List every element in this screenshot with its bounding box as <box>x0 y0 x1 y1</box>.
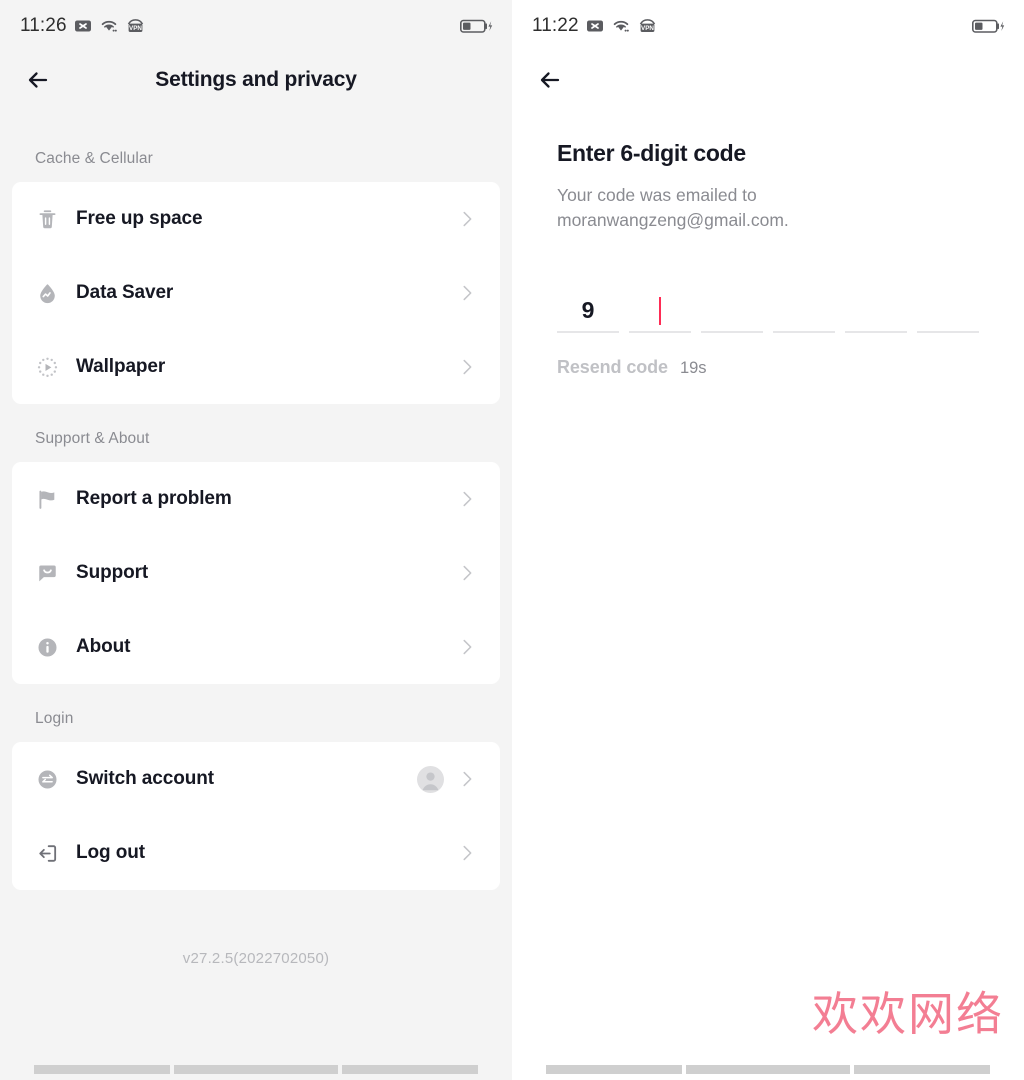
flag-icon <box>34 486 60 512</box>
code-slot-5[interactable] <box>845 283 907 333</box>
settings-row-label: Data Saver <box>76 282 174 303</box>
nav-back-hint[interactable] <box>546 1065 682 1074</box>
settings-group-login: Login Switch account Log out <box>0 710 512 890</box>
back-button-left[interactable] <box>22 63 56 97</box>
battery-charging-icon <box>972 19 1005 33</box>
chevron-right-icon <box>456 562 478 584</box>
back-arrow-icon <box>540 72 560 88</box>
settings-row-label: Log out <box>76 842 145 863</box>
settings-row-data-saver[interactable]: Data Saver <box>34 256 478 330</box>
nav-home-hint[interactable] <box>174 1065 338 1074</box>
mute-x-icon <box>586 20 603 32</box>
code-entry-body: Enter 6-digit code Your code was emailed… <box>512 108 1024 378</box>
group-title-support-about: Support & About <box>35 430 150 447</box>
chevron-right-icon <box>456 842 478 864</box>
settings-row-label: Free up space <box>76 208 203 229</box>
logout-icon <box>34 840 60 866</box>
settings-row-free-up-space[interactable]: Free up space <box>34 182 478 256</box>
settings-group-cache-cellular: Cache & Cellular Free up space Data Save… <box>0 150 512 404</box>
status-bar-left-group: 11:22 VPN <box>532 15 657 37</box>
code-input-group[interactable]: 9 <box>557 283 979 333</box>
mute-x-icon <box>74 20 91 32</box>
settings-row-about[interactable]: About <box>34 610 478 684</box>
chevron-right-icon <box>456 488 478 510</box>
back-arrow-icon <box>28 72 48 88</box>
data-saver-droplet-icon <box>34 280 60 306</box>
settings-row-wallpaper[interactable]: Wallpaper <box>34 330 478 404</box>
wifi-icon <box>101 20 117 32</box>
chat-bubble-icon <box>34 560 60 586</box>
code-page-title: Enter 6-digit code <box>557 140 746 166</box>
avatar <box>417 765 444 793</box>
code-slot-2[interactable] <box>629 283 691 333</box>
app-version: v27.2.5(2022702050) <box>182 950 330 967</box>
settings-card-support-about: Report a problem Support About <box>12 462 500 684</box>
settings-row-switch-account[interactable]: Switch account <box>34 742 478 816</box>
chevron-right-icon <box>456 768 478 790</box>
settings-card-cache-cellular: Free up space Data Saver Wallpaper <box>12 182 500 404</box>
code-slot-1[interactable]: 9 <box>557 283 619 333</box>
resend-timer: 19s <box>679 359 707 377</box>
status-bar-left-group: 11:26 VPN <box>20 15 145 37</box>
chevron-right-icon <box>456 282 478 304</box>
system-navigation-bar-right <box>512 1065 1024 1074</box>
code-slot-value: 9 <box>581 297 595 323</box>
nav-recents-hint[interactable] <box>342 1065 478 1074</box>
settings-navbar: Settings and privacy <box>0 52 512 108</box>
group-title-cache-cellular: Cache & Cellular <box>35 150 153 167</box>
code-navbar <box>512 52 1024 108</box>
chevron-right-icon <box>456 208 478 230</box>
settings-screen: 11:26 VPN Settings and privacy Cache & C… <box>0 0 512 1080</box>
settings-row-label: Support <box>76 562 149 583</box>
status-time: 11:26 <box>20 15 67 36</box>
status-time: 11:22 <box>532 15 579 36</box>
status-bar-right: 11:22 VPN <box>512 0 1024 52</box>
chevron-right-icon <box>456 356 478 378</box>
svg-text:VPN: VPN <box>641 25 654 32</box>
settings-row-support[interactable]: Support <box>34 536 478 610</box>
system-navigation-bar-left <box>0 1065 512 1074</box>
status-bar-right-group <box>972 17 1006 35</box>
info-circle-icon <box>34 634 60 660</box>
watermark: 欢欢网络 <box>812 987 1004 1041</box>
code-slot-4[interactable] <box>773 283 835 333</box>
resend-row: Resend code 19s <box>557 357 979 378</box>
svg-text:VPN: VPN <box>129 25 142 32</box>
trash-icon <box>34 206 60 232</box>
nav-back-hint[interactable] <box>34 1065 170 1074</box>
code-slot-6[interactable] <box>917 283 979 333</box>
resend-code-button[interactable]: Resend code <box>557 357 668 378</box>
nav-home-hint[interactable] <box>686 1065 850 1074</box>
vpn-icon: VPN <box>639 19 655 32</box>
back-button-right[interactable] <box>534 63 568 97</box>
settings-row-label: Wallpaper <box>76 356 166 377</box>
wallpaper-play-icon <box>34 354 60 380</box>
code-slot-3[interactable] <box>701 283 763 333</box>
page-title: Settings and privacy <box>155 68 357 91</box>
nav-recents-hint[interactable] <box>854 1065 990 1074</box>
status-bar-left: 11:26 VPN <box>0 0 512 52</box>
battery-charging-icon <box>460 19 493 33</box>
switch-arrows-icon <box>34 766 60 792</box>
status-bar-right-group <box>460 17 494 35</box>
chevron-right-icon <box>456 636 478 658</box>
text-caret <box>658 297 662 325</box>
settings-group-support-about: Support & About Report a problem Support… <box>0 430 512 684</box>
verification-code-screen: 11:22 VPN Enter 6-digit code Your code w… <box>512 0 1024 1080</box>
settings-card-login: Switch account Log out <box>12 742 500 890</box>
wifi-icon <box>613 20 629 32</box>
settings-row-label: Report a problem <box>76 488 232 509</box>
settings-row-label: About <box>76 636 131 657</box>
settings-row-label: Switch account <box>76 768 214 789</box>
code-page-subtitle: Your code was emailed to moranwangzeng@g… <box>557 185 789 230</box>
group-title-login: Login <box>35 710 74 727</box>
vpn-icon: VPN <box>127 19 143 32</box>
settings-row-log-out[interactable]: Log out <box>34 816 478 890</box>
dual-screen-container: 11:26 VPN Settings and privacy Cache & C… <box>0 0 1024 1080</box>
settings-row-report-a-problem[interactable]: Report a problem <box>34 462 478 536</box>
